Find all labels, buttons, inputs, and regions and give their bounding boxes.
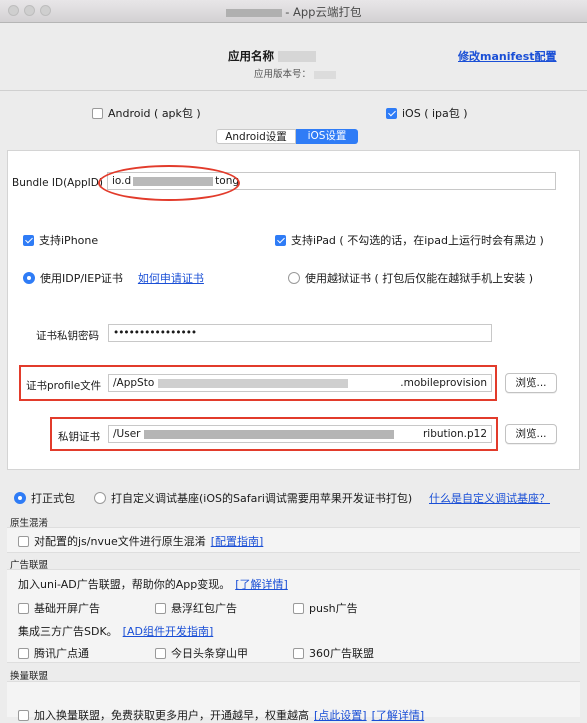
exchange-alliance-option[interactable]: 加入换量联盟，免费获取更多用户，开通越早，权重越高 [点此设置] [了解详情] xyxy=(18,707,424,723)
build-formal-radio[interactable] xyxy=(14,492,26,504)
cert-type-idp-option[interactable]: 使用IDP/IEP证书 如何申请证书 xyxy=(23,270,204,286)
window-title: - App云端打包 xyxy=(0,4,587,20)
cert-jailbreak-radio[interactable] xyxy=(288,272,300,284)
profile-browse-button[interactable]: 浏览... xyxy=(505,373,557,393)
profile-label: 证书profile文件 xyxy=(26,380,102,392)
ad-third-party-intro: 集成三方广告SDK。 [AD组件开发指南] xyxy=(18,623,214,639)
tab-android-settings[interactable]: Android设置 xyxy=(216,129,296,144)
private-key-browse-button[interactable]: 浏览... xyxy=(505,424,557,444)
build-custom-base-option[interactable]: 打自定义调试基座(iOS的Safari调试需要用苹果开发证书打包) xyxy=(94,490,412,506)
build-formal-option[interactable]: 打正式包 xyxy=(14,490,75,506)
exchange-settings-link[interactable]: [点此设置] xyxy=(314,707,367,723)
obfuscation-guide-link[interactable]: [配置指南] xyxy=(211,533,264,549)
support-iphone-option[interactable]: 支持iPhone xyxy=(23,232,98,248)
private-key-input[interactable]: /User ribution.p12 xyxy=(108,425,492,443)
app-version-label: 应用版本号： xyxy=(254,66,337,80)
ad-splash-checkbox[interactable] xyxy=(18,602,29,614)
ad-gdt-checkbox[interactable] xyxy=(18,647,29,659)
redacted-block xyxy=(314,70,337,79)
cert-type-jailbreak-option[interactable]: 使用越狱证书 ( 打包后仅能在越狱手机上安装 ) xyxy=(288,270,533,286)
apply-cert-link[interactable]: 如何申请证书 xyxy=(138,270,204,286)
build-custom-base-radio[interactable] xyxy=(94,492,106,504)
app-name-label: 应用名称 xyxy=(228,48,317,64)
redacted-block xyxy=(158,378,349,388)
profile-input[interactable]: /AppSto .mobileprovision xyxy=(108,374,492,392)
support-iphone-checkbox[interactable] xyxy=(23,234,34,246)
ad-option-360[interactable]: 360广告联盟 xyxy=(293,645,374,661)
ad-option-splash[interactable]: 基础开屏广告 xyxy=(18,600,100,616)
support-ipad-checkbox[interactable] xyxy=(275,234,286,246)
redacted-block xyxy=(225,8,282,17)
cert-idp-radio[interactable] xyxy=(23,272,35,284)
ad-push-checkbox[interactable] xyxy=(293,602,304,614)
private-key-label: 私钥证书 xyxy=(58,431,100,443)
window-titlebar: - App云端打包 xyxy=(0,0,587,23)
exchange-learn-more-link[interactable]: [了解详情] xyxy=(372,707,425,723)
native-obfuscation-checkbox[interactable] xyxy=(18,535,29,547)
bundle-id-label: Bundle ID(AppID) xyxy=(12,177,103,189)
annotation-ellipse xyxy=(98,165,240,201)
platform-android[interactable]: Android ( apk包 ) xyxy=(92,105,201,121)
cert-password-input[interactable]: •••••••••••••••• xyxy=(108,324,492,342)
ad-360-checkbox[interactable] xyxy=(293,647,304,659)
ad-csj-checkbox[interactable] xyxy=(155,647,166,659)
ad-option-push[interactable]: push广告 xyxy=(293,600,358,616)
tab-ios-settings[interactable]: iOS设置 xyxy=(296,129,358,144)
exchange-alliance-section-label: 换量联盟 xyxy=(10,671,49,682)
ad-component-guide-link[interactable]: [AD组件开发指南] xyxy=(123,623,214,639)
ad-option-gdt[interactable]: 腾讯广点通 xyxy=(18,645,89,661)
what-is-custom-base-link[interactable]: 什么是自定义调试基座？ xyxy=(429,490,550,506)
ad-option-floating-redpacket[interactable]: 悬浮红包广告 xyxy=(155,600,237,616)
exchange-alliance-checkbox[interactable] xyxy=(18,709,29,721)
ad-learn-more-link[interactable]: [了解详情] xyxy=(235,576,288,592)
divider xyxy=(0,90,587,91)
platform-ios[interactable]: iOS ( ipa包 ) xyxy=(386,105,468,121)
android-checkbox[interactable] xyxy=(92,107,103,119)
ios-checkbox[interactable] xyxy=(386,107,397,119)
cert-password-label: 证书私钥密码 xyxy=(36,330,99,342)
support-ipad-option[interactable]: 支持iPad ( 不勾选的话，在ipad上运行时会有黑边 ) xyxy=(275,232,544,248)
redacted-block xyxy=(144,429,395,439)
ad-alliance-intro: 加入uni-AD广告联盟，帮助你的App变现。 [了解详情] xyxy=(18,576,288,592)
native-obfuscation-option[interactable]: 对配置的js/nvue文件进行原生混淆 [配置指南] xyxy=(18,533,263,549)
modify-manifest-link[interactable]: 修改manifest配置 xyxy=(458,48,557,64)
ad-option-csj[interactable]: 今日头条穿山甲 xyxy=(155,645,248,661)
redacted-block xyxy=(278,51,317,62)
ad-floating-checkbox[interactable] xyxy=(155,602,166,614)
